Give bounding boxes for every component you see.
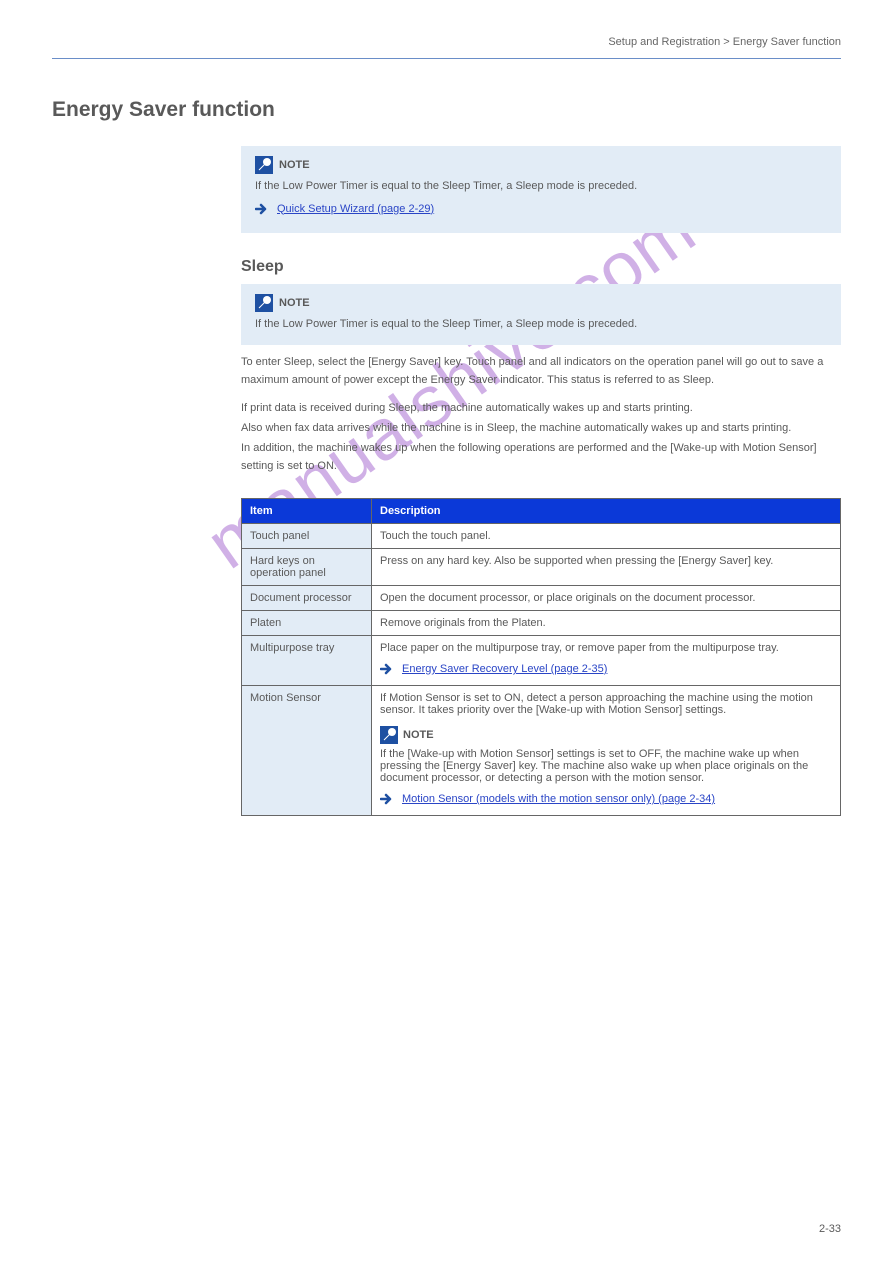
- link-energy-saver-recovery[interactable]: Energy Saver Recovery Level (page 2-35): [402, 663, 607, 675]
- table-row: Hard keys on operation panel Press on an…: [242, 549, 841, 586]
- note-icon: [255, 294, 273, 312]
- note-box-2: NOTE If the Low Power Timer is equal to …: [241, 284, 841, 345]
- table-header-desc: Description: [372, 499, 841, 524]
- table-row: Touch panel Touch the touch panel.: [242, 524, 841, 549]
- cell-desc-text: If Motion Sensor is set to ON, detect a …: [380, 692, 813, 716]
- table-row: Document processor Open the document pro…: [242, 586, 841, 611]
- cell-desc: Press on any hard key. Also be supported…: [372, 549, 841, 586]
- note-icon: [380, 726, 398, 744]
- table-header-item: Item: [242, 499, 372, 524]
- note-body-2: If the Low Power Timer is equal to the S…: [255, 316, 827, 333]
- note-body: If the [Wake-up with Motion Sensor] sett…: [380, 748, 832, 784]
- cell-desc-text: Place paper on the multipurpose tray, or…: [380, 642, 779, 654]
- cell-item: Touch panel: [242, 524, 372, 549]
- arrow-right-icon: [380, 662, 394, 676]
- cell-item: Document processor: [242, 586, 372, 611]
- section-paragraph-1: To enter Sleep, select the [Energy Saver…: [241, 354, 841, 389]
- cell-desc: Open the document processor, or place or…: [372, 586, 841, 611]
- note-body-1: If the Low Power Timer is equal to the S…: [255, 178, 827, 195]
- cell-item: Hard keys on operation panel: [242, 549, 372, 586]
- section-paragraph-2: If print data is received during Sleep, …: [241, 400, 841, 418]
- note-label: NOTE: [279, 159, 310, 171]
- table-row: Motion Sensor If Motion Sensor is set to…: [242, 686, 841, 816]
- section-paragraph-3: Also when fax data arrives while the mac…: [241, 420, 841, 438]
- wakeup-table: Item Description Touch panel Touch the t…: [241, 498, 841, 816]
- cell-item: Platen: [242, 611, 372, 636]
- link-motion-sensor[interactable]: Motion Sensor (models with the motion se…: [402, 793, 715, 805]
- note-box-1: NOTE If the Low Power Timer is equal to …: [241, 146, 841, 233]
- note-label: NOTE: [279, 297, 310, 309]
- note-label: NOTE: [403, 729, 434, 741]
- page-title: Energy Saver function: [52, 98, 275, 122]
- arrow-right-icon: [255, 202, 269, 216]
- section-paragraph-4: In addition, the machine wakes up when t…: [241, 440, 841, 475]
- note-ref-link-1[interactable]: Quick Setup Wizard (page 2-29): [255, 201, 434, 218]
- table-row: Platen Remove originals from the Platen.: [242, 611, 841, 636]
- link-quick-setup[interactable]: Quick Setup Wizard (page 2-29): [277, 201, 434, 218]
- cell-desc: Remove originals from the Platen.: [372, 611, 841, 636]
- page-number: 2-33: [819, 1223, 841, 1235]
- table-row: Multipurpose tray Place paper on the mul…: [242, 636, 841, 686]
- top-separator: [52, 58, 841, 59]
- row-ref-link[interactable]: Energy Saver Recovery Level (page 2-35): [380, 662, 607, 676]
- section-heading-sleep: Sleep: [241, 258, 284, 276]
- cell-item: Multipurpose tray: [242, 636, 372, 686]
- arrow-right-icon: [380, 792, 394, 806]
- breadcrumb: Setup and Registration > Energy Saver fu…: [608, 36, 841, 48]
- cell-desc: Touch the touch panel.: [372, 524, 841, 549]
- row-ref-link[interactable]: Motion Sensor (models with the motion se…: [380, 792, 715, 806]
- note-icon: [255, 156, 273, 174]
- inline-note: NOTE If the [Wake-up with Motion Sensor]…: [380, 726, 832, 784]
- cell-desc: Place paper on the multipurpose tray, or…: [372, 636, 841, 686]
- cell-desc: If Motion Sensor is set to ON, detect a …: [372, 686, 841, 816]
- cell-item: Motion Sensor: [242, 686, 372, 816]
